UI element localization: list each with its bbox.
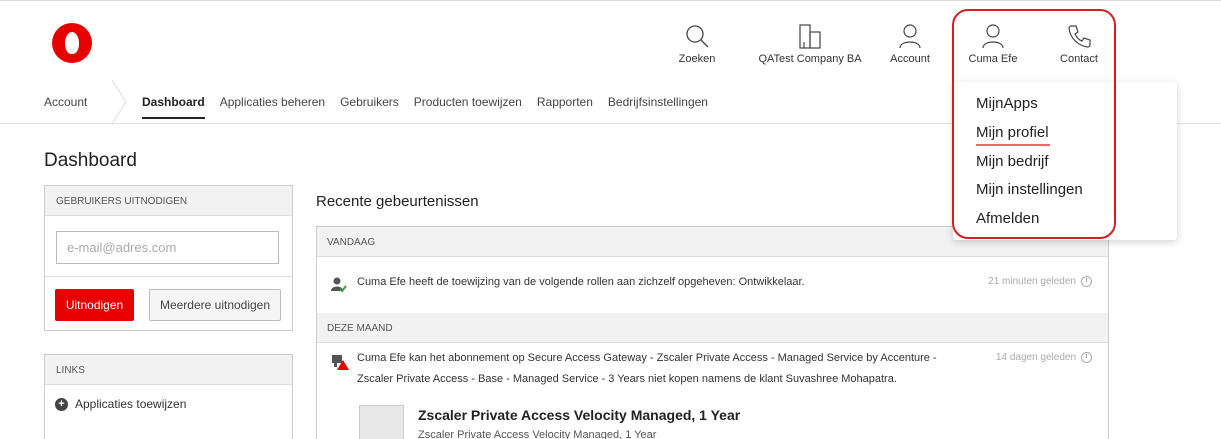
invite-button[interactable]: Uitnodigen xyxy=(55,289,134,321)
menu-item-mijnapps[interactable]: MijnApps xyxy=(976,95,1038,112)
tab-applicaties-beheren[interactable]: Applicaties beheren xyxy=(220,95,325,119)
chevron-right-icon xyxy=(111,80,127,124)
user-icon xyxy=(982,24,1004,49)
contact-button[interactable]: Contact xyxy=(1052,23,1106,65)
menu-item-afmelden[interactable]: Afmelden xyxy=(976,210,1039,227)
product-title[interactable]: Zscaler Private Access Velocity Managed,… xyxy=(418,407,740,423)
search-button[interactable]: Zoeken xyxy=(672,23,722,65)
tab-producten-toewijzen[interactable]: Producten toewijzen xyxy=(414,95,522,119)
invite-users-panel: GEBRUIKERS UITNODIGEN Uitnodigen Meerder… xyxy=(44,185,293,331)
top-header: Zoeken QATest Company BA Account Cuma Ef… xyxy=(0,0,1221,80)
building-icon xyxy=(799,24,821,49)
account-label: Account xyxy=(890,53,930,65)
events-feed: VANDAAG Cuma Efe heeft de toewijzing van… xyxy=(316,226,1109,439)
breadcrumb-account[interactable]: Account xyxy=(44,95,87,109)
product-subtitle: Zscaler Private Access Velocity Managed,… xyxy=(418,429,657,439)
vodafone-logo[interactable] xyxy=(52,23,92,63)
event-time-label: 21 minuten geleden xyxy=(988,276,1076,287)
search-label: Zoeken xyxy=(678,53,716,65)
event-text: Cuma Efe heeft de toewijzing van de volg… xyxy=(357,276,805,288)
menu-item-mijn-bedrijf[interactable]: Mijn bedrijf xyxy=(976,153,1049,170)
event-time: 14 dagen geleden xyxy=(996,352,1092,363)
tab-bedrijfsinstellingen[interactable]: Bedrijfsinstellingen xyxy=(608,95,708,119)
link-label: Applicaties toewijzen xyxy=(75,397,187,411)
spellcheck-underline xyxy=(976,144,1050,146)
user-menu-button[interactable]: Cuma Efe xyxy=(966,23,1020,65)
search-icon xyxy=(686,25,709,48)
user-icon xyxy=(899,24,921,49)
menu-item-mijn-profiel[interactable]: Mijn profiel xyxy=(976,124,1049,141)
event-line: Zscaler Private Access - Base - Managed … xyxy=(357,373,897,385)
company-button[interactable]: QATest Company BA xyxy=(750,23,870,65)
event-time: 21 minuten geleden xyxy=(988,276,1092,287)
divider xyxy=(45,276,292,277)
user-removed-icon xyxy=(331,277,347,293)
event-line: Cuma Efe kan het abonnement op Secure Ac… xyxy=(357,352,937,364)
plus-icon: + xyxy=(55,397,68,411)
invite-multiple-button[interactable]: Meerdere uitnodigen xyxy=(149,289,281,321)
account-button[interactable]: Account xyxy=(884,23,936,65)
email-input[interactable] xyxy=(56,231,279,264)
event-text: Cuma Efe kan het abonnement op Secure Ac… xyxy=(357,348,937,390)
tab-rapporten[interactable]: Rapporten xyxy=(537,95,593,119)
subscription-warning-icon xyxy=(332,355,349,370)
user-dropdown-menu: MijnApps Mijn profiel Mijn bedrijf Mijn … xyxy=(953,82,1177,240)
links-panel: LINKS + Applicaties toewijzen xyxy=(44,354,293,439)
event-time-label: 14 dagen geleden xyxy=(995,352,1076,363)
clock-icon xyxy=(1081,276,1092,287)
menu-item-mijn-instellingen[interactable]: Mijn instellingen xyxy=(976,181,1083,198)
section-this-month: DEZE MAAND xyxy=(317,313,1108,343)
clock-icon xyxy=(1081,352,1092,363)
contact-label: Contact xyxy=(1060,53,1098,65)
phone-icon xyxy=(1068,25,1091,48)
links-panel-heading: LINKS xyxy=(45,355,292,385)
company-label: QATest Company BA xyxy=(758,53,862,65)
link-applicaties-toewijzen[interactable]: + Applicaties toewijzen xyxy=(55,397,186,411)
tab-dashboard[interactable]: Dashboard xyxy=(142,95,205,119)
user-menu-label: Cuma Efe xyxy=(968,53,1018,65)
invite-panel-heading: GEBRUIKERS UITNODIGEN xyxy=(45,186,292,216)
tab-gebruikers[interactable]: Gebruikers xyxy=(340,95,399,119)
events-title: Recente gebeurtenissen xyxy=(316,193,479,210)
page-title: Dashboard xyxy=(44,150,137,171)
product-thumbnail xyxy=(359,405,404,439)
